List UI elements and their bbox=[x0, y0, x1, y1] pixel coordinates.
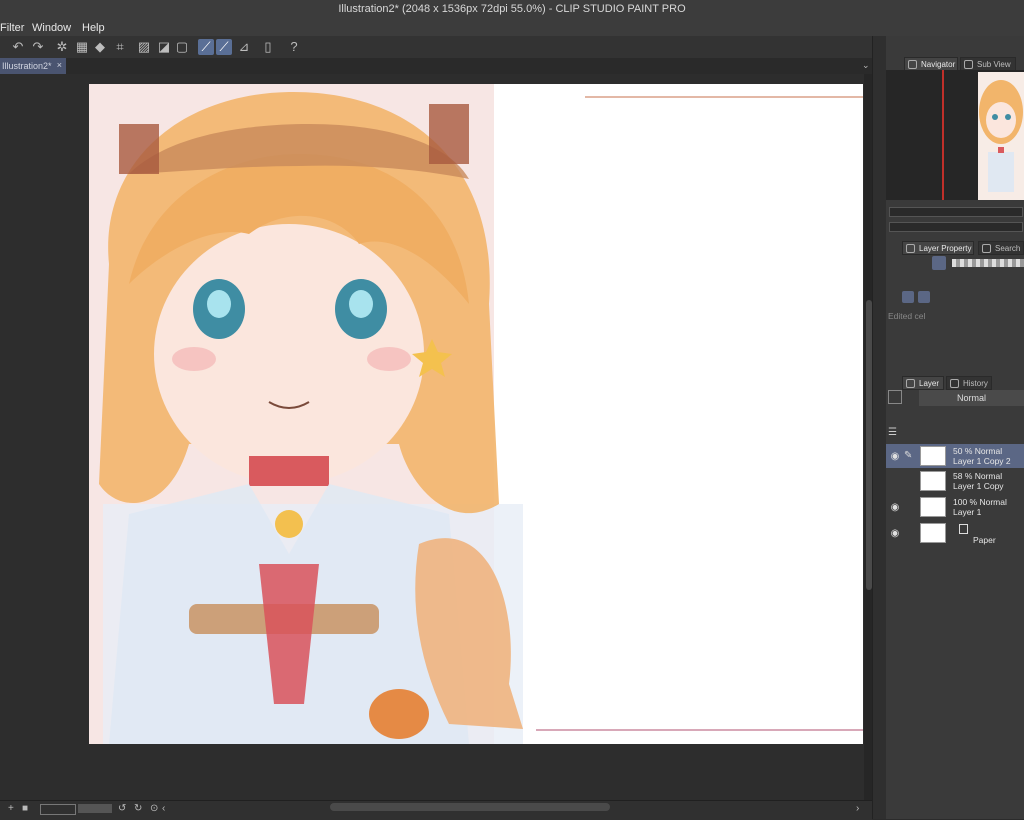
frame-icon[interactable]: ▢ bbox=[174, 39, 190, 55]
layers-icon[interactable] bbox=[932, 256, 946, 270]
zoom-slider[interactable] bbox=[78, 804, 112, 813]
layer-row[interactable]: ◉ ✎ 50 % Normal Layer 1 Copy 2 bbox=[886, 444, 1024, 468]
tab-sub-view[interactable]: Sub View bbox=[960, 57, 1016, 71]
layer-name: Layer 1 Copy bbox=[953, 481, 1004, 491]
fill-icon[interactable]: ◆ bbox=[92, 39, 108, 55]
layer-name: Layer 1 bbox=[953, 507, 982, 517]
chevron-down-icon[interactable]: ⌄ bbox=[862, 60, 870, 71]
navigator-rotate-slider[interactable] bbox=[889, 222, 1023, 232]
layer-thumbnail bbox=[920, 497, 946, 517]
layer-property-icon bbox=[906, 244, 915, 253]
panel-collapse-strip[interactable] bbox=[872, 36, 887, 819]
layer-thumbnail bbox=[920, 523, 946, 543]
undo-icon[interactable]: ↶ bbox=[10, 39, 26, 55]
document-tab[interactable]: Illustration2* × bbox=[0, 58, 66, 74]
rotate-right-icon[interactable]: ↻ bbox=[134, 803, 142, 814]
layer-thumbnail bbox=[920, 471, 946, 491]
opacity-pattern bbox=[952, 259, 1024, 267]
layer-opacity-mode: 100 % Normal bbox=[953, 497, 1007, 507]
redo-icon[interactable]: ↷ bbox=[30, 39, 46, 55]
snap-grid-icon[interactable]: ⊿ bbox=[236, 39, 252, 55]
layer-name: Paper bbox=[973, 535, 996, 545]
title-bar: Illustration2* (2048 x 1536px 72dpi 55.0… bbox=[0, 0, 1024, 20]
ref-icon[interactable] bbox=[918, 291, 930, 303]
zoom-field[interactable] bbox=[40, 804, 76, 815]
edited-cel-label: Edited cel bbox=[888, 311, 926, 321]
chevron-right-icon[interactable]: › bbox=[856, 803, 859, 814]
navigator-zoom-slider[interactable] bbox=[889, 207, 1023, 217]
layer-opacity-mode: 50 % Normal bbox=[953, 446, 1003, 456]
menu-filter[interactable]: Filter bbox=[0, 22, 24, 34]
navigator-rotation-line bbox=[942, 70, 944, 200]
tab-layer-property[interactable]: Layer Property bbox=[902, 241, 974, 255]
menu-help[interactable]: Help bbox=[82, 22, 105, 34]
clear-icon[interactable]: ✲ bbox=[54, 39, 70, 55]
layer-name: Layer 1 Copy 2 bbox=[953, 456, 1011, 466]
eye-icon[interactable]: ◉ bbox=[889, 451, 901, 462]
command-bar: ↶ ↷ ✲ ▦ ◆ ⌗ ▨ ◪ ▢ ⟋ ⟋ ⊿ ▯ ? bbox=[0, 36, 872, 59]
fill-selection-icon[interactable]: ▦ bbox=[74, 39, 90, 55]
layer-thumbnail bbox=[920, 446, 946, 466]
document-tab-bar: Illustration2* × ⌄ bbox=[0, 58, 872, 74]
close-icon[interactable]: × bbox=[57, 60, 62, 70]
blend-mode-select[interactable]: Normal bbox=[919, 390, 1024, 406]
window-title: Illustration2* (2048 x 1536px 72dpi 55.0… bbox=[338, 3, 686, 15]
navigator-icon bbox=[908, 60, 917, 69]
tab-search[interactable]: Search bbox=[978, 241, 1024, 255]
layer-menu-icon[interactable]: ☰ bbox=[888, 427, 897, 438]
eye-icon[interactable]: ◉ bbox=[889, 528, 901, 539]
history-icon bbox=[950, 379, 959, 388]
add-icon[interactable]: + bbox=[8, 803, 14, 814]
search-icon bbox=[982, 244, 991, 253]
crop-icon[interactable]: ⌗ bbox=[112, 39, 128, 55]
tab-navigator[interactable]: Navigator bbox=[904, 57, 958, 71]
layer-opacity-mode: 58 % Normal bbox=[953, 471, 1003, 481]
reset-rotation-icon[interactable]: ⊙ bbox=[150, 803, 158, 814]
tab-history[interactable]: History bbox=[946, 376, 992, 390]
pen-icon[interactable]: ✎ bbox=[904, 450, 912, 461]
menu-window[interactable]: Window bbox=[32, 22, 71, 34]
layer-row[interactable]: ◉ 100 % Normal Layer 1 bbox=[886, 495, 1024, 519]
artwork-streak bbox=[536, 729, 863, 731]
rotate-left-icon[interactable]: ↺ bbox=[118, 803, 126, 814]
layer-icon bbox=[906, 379, 915, 388]
snap-ruler-icon[interactable]: ⟋ bbox=[198, 39, 214, 55]
stop-icon[interactable]: ■ bbox=[22, 803, 28, 814]
layer-type-icon[interactable] bbox=[888, 390, 902, 404]
layer-row[interactable]: 58 % Normal Layer 1 Copy bbox=[886, 469, 1024, 493]
navigator-thumbnail bbox=[978, 72, 1024, 200]
device-icon[interactable]: ▯ bbox=[260, 39, 276, 55]
menu-bar: Filter Window Help bbox=[0, 20, 1024, 36]
paper-icon bbox=[959, 524, 968, 534]
artwork-streak bbox=[585, 96, 863, 98]
ref-icon[interactable] bbox=[902, 291, 914, 303]
layer-row[interactable]: ◉ Paper bbox=[886, 521, 1024, 545]
artwork-image bbox=[89, 84, 523, 744]
convert-icon[interactable]: ◪ bbox=[156, 39, 172, 55]
transform-icon[interactable]: ▨ bbox=[136, 39, 152, 55]
tab-layer[interactable]: Layer bbox=[902, 376, 944, 390]
eye-icon[interactable]: ◉ bbox=[889, 502, 901, 513]
horizontal-scroll-thumb[interactable] bbox=[330, 803, 610, 811]
help-icon[interactable]: ? bbox=[286, 39, 302, 55]
snap-special-ruler-icon[interactable]: ⟋ bbox=[216, 39, 232, 55]
sub-view-icon bbox=[964, 60, 973, 69]
chevron-left-icon[interactable]: ‹ bbox=[162, 803, 165, 814]
document-tab-label: Illustration2* bbox=[2, 61, 52, 71]
